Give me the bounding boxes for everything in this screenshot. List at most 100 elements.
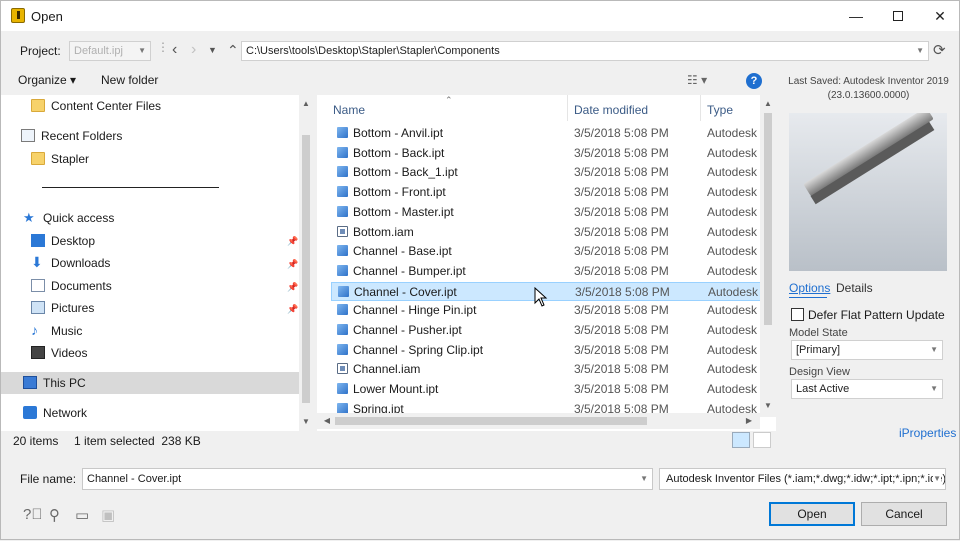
file-row[interactable]: Channel - Pusher.ipt 3/5/2018 5:08 PM Auto… bbox=[331, 321, 764, 340]
help-icon[interactable]: ? bbox=[746, 73, 762, 89]
file-name: Channel - Hinge Pin.ipt bbox=[353, 303, 477, 318]
design-view-combo[interactable]: Last Active ▼ bbox=[791, 379, 943, 399]
nav-scroll-thumb[interactable] bbox=[302, 135, 310, 403]
cancel-button[interactable]: Cancel bbox=[861, 502, 947, 526]
desktop-icon bbox=[31, 234, 45, 247]
title-bar: Open — ✕ bbox=[1, 1, 959, 31]
organize-button[interactable]: Organize ▾ bbox=[18, 73, 76, 87]
details-view-button[interactable] bbox=[732, 432, 750, 448]
file-row[interactable]: Channel - Bumper.ipt 3/5/2018 5:08 PM Auto… bbox=[331, 262, 764, 281]
help-circle-icon[interactable]: ?⃝ bbox=[23, 506, 43, 523]
part-file-icon bbox=[338, 285, 349, 297]
defer-flat-pattern-checkbox[interactable] bbox=[791, 308, 804, 321]
nav-content-center[interactable]: Content Center Files bbox=[31, 95, 291, 117]
project-combo[interactable]: Default.ipj ▼ bbox=[69, 41, 151, 61]
column-name[interactable]: Name bbox=[333, 99, 365, 121]
options-disabled-icon[interactable]: ▣ bbox=[101, 506, 115, 524]
pin-icon[interactable]: 📌 bbox=[287, 237, 298, 246]
nav-stapler[interactable]: Stapler bbox=[31, 148, 291, 170]
file-row[interactable]: Channel.iam 3/5/2018 5:08 PM Autodesk I bbox=[331, 360, 764, 379]
maximize-button[interactable] bbox=[875, 1, 921, 31]
scroll-up-icon[interactable]: ▲ bbox=[760, 99, 776, 108]
nav-downloads[interactable]: ⬇ Downloads bbox=[31, 252, 291, 274]
file-name: Channel - Pusher.ipt bbox=[353, 323, 462, 337]
nav-this-pc[interactable]: This PC bbox=[1, 372, 299, 394]
recent-dropdown-icon[interactable]: ▼ bbox=[208, 41, 217, 59]
model-state-combo[interactable]: [Primary] ▼ bbox=[791, 340, 943, 360]
tab-details[interactable]: Details bbox=[836, 281, 873, 295]
scroll-down-icon[interactable]: ▼ bbox=[760, 401, 776, 410]
pin-icon[interactable]: 📌 bbox=[287, 305, 298, 314]
column-type[interactable]: Type bbox=[707, 99, 733, 121]
file-row[interactable]: Lower Mount.ipt 3/5/2018 5:08 PM Autodesk … bbox=[331, 380, 764, 399]
tab-options[interactable]: Options bbox=[789, 281, 830, 295]
chevron-down-icon: ▼ bbox=[916, 46, 924, 55]
folder-outline-icon[interactable]: ▭ bbox=[75, 506, 89, 524]
back-arrow-icon[interactable]: ‹ bbox=[172, 41, 177, 59]
minimize-button[interactable]: — bbox=[833, 1, 879, 31]
file-date: 3/5/2018 5:08 PM bbox=[574, 165, 669, 180]
thumbnail-view-button[interactable] bbox=[753, 432, 771, 448]
scroll-down-icon[interactable]: ▼ bbox=[298, 417, 313, 426]
file-row[interactable]: Bottom - Front.ipt 3/5/2018 5:08 PM Autode… bbox=[331, 183, 764, 202]
file-name: Bottom - Master.ipt bbox=[353, 204, 454, 219]
part-file-icon bbox=[337, 127, 348, 138]
scroll-left-icon[interactable]: ◀ bbox=[319, 416, 335, 425]
file-date: 3/5/2018 5:08 PM bbox=[574, 323, 669, 337]
nav-desktop[interactable]: Desktop bbox=[31, 230, 291, 252]
column-divider[interactable] bbox=[700, 95, 701, 121]
close-button[interactable]: ✕ bbox=[917, 1, 960, 31]
pin-icon[interactable]: 📌 bbox=[287, 260, 298, 269]
new-folder-button[interactable]: New folder bbox=[101, 73, 158, 87]
part-file-icon bbox=[337, 264, 348, 276]
download-arrow-icon: ⬇ bbox=[31, 254, 43, 270]
nav-music[interactable]: ♪ Music bbox=[31, 320, 291, 342]
file-type: Autodesk I bbox=[707, 263, 764, 278]
path-input[interactable]: C:\Users\tools\Desktop\Stapler\Stapler\C… bbox=[241, 41, 929, 61]
nav-network[interactable]: Network bbox=[23, 402, 283, 424]
nav-recent-folders[interactable]: Recent Folders bbox=[21, 125, 281, 147]
view-options-icon[interactable]: ☷ ▾ bbox=[687, 73, 707, 87]
window-title: Open bbox=[31, 9, 63, 24]
file-name-value: Channel - Cover.ipt bbox=[87, 473, 182, 485]
file-row[interactable]: Bottom.iam 3/5/2018 5:08 PM Autodesk I bbox=[331, 223, 764, 242]
file-row[interactable]: Bottom - Back.ipt 3/5/2018 5:08 PM Autodes… bbox=[331, 144, 764, 163]
nav-label: Videos bbox=[51, 346, 88, 360]
up-arrow-icon[interactable]: ⌃ bbox=[227, 41, 239, 59]
design-view-value: Last Active bbox=[796, 383, 850, 395]
scroll-right-icon[interactable]: ▶ bbox=[741, 416, 757, 425]
nav-videos[interactable]: Videos bbox=[31, 342, 291, 364]
scroll-up-icon[interactable]: ▲ bbox=[298, 99, 313, 108]
file-type-combo[interactable]: Autodesk Inventor Files (*.iam;*.dwg;*.i… bbox=[659, 468, 946, 490]
file-row[interactable]: Channel - Base.ipt 3/5/2018 5:08 PM Autode… bbox=[331, 242, 764, 261]
forward-arrow-icon[interactable]: › bbox=[191, 41, 196, 59]
file-date: 3/5/2018 5:08 PM bbox=[574, 342, 669, 357]
column-date-modified[interactable]: Date modified bbox=[574, 99, 648, 121]
nav-scrollbar[interactable]: ▲ ▼ bbox=[299, 95, 313, 431]
chevron-down-icon[interactable]: ▼ bbox=[640, 469, 648, 489]
file-hscroll-thumb[interactable] bbox=[335, 417, 647, 425]
file-row[interactable]: Bottom - Master.ipt 3/5/2018 5:08 PM Autod… bbox=[331, 203, 764, 222]
nav-quick-access[interactable]: ★ Quick access bbox=[23, 207, 283, 229]
file-row[interactable]: Bottom - Anvil.ipt 3/5/2018 5:08 PM Autode… bbox=[331, 124, 764, 143]
file-horizontal-scrollbar[interactable]: ◀ ▶ bbox=[317, 413, 760, 429]
part-file-icon bbox=[337, 343, 348, 355]
file-scroll-thumb[interactable] bbox=[764, 113, 772, 325]
part-file-icon bbox=[337, 324, 348, 335]
part-body bbox=[803, 113, 934, 196]
iproperties-link[interactable]: iProperties bbox=[899, 426, 956, 440]
file-row[interactable]: Channel - Spring Clip.ipt 3/5/2018 5:08 P… bbox=[331, 341, 764, 360]
open-button[interactable]: Open bbox=[769, 502, 855, 526]
nav-documents[interactable]: Documents bbox=[31, 275, 291, 297]
refresh-icon[interactable]: ⟳ bbox=[933, 42, 946, 60]
find-magnifier-icon[interactable]: ⚲ bbox=[49, 506, 60, 524]
file-date: 3/5/2018 5:08 PM bbox=[574, 224, 669, 239]
file-vertical-scrollbar[interactable]: ▲ ▼ bbox=[760, 95, 776, 417]
file-date: 3/5/2018 5:08 PM bbox=[574, 362, 669, 377]
nav-pictures[interactable]: Pictures bbox=[31, 297, 291, 319]
file-row[interactable]: Bottom - Back_1.ipt 3/5/2018 5:08 PM Autod… bbox=[331, 163, 764, 182]
pin-icon[interactable]: 📌 bbox=[287, 283, 298, 292]
column-divider[interactable] bbox=[567, 95, 568, 121]
file-type: Autodesk I bbox=[707, 165, 764, 180]
file-name-input[interactable]: Channel - Cover.ipt ▼ bbox=[82, 468, 653, 490]
